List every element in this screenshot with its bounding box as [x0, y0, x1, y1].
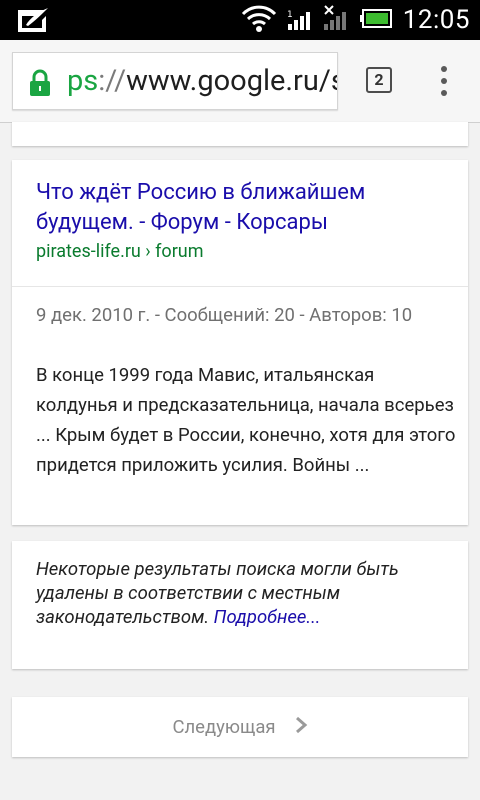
url-text: ps://www.google.ru/s: [67, 61, 338, 101]
address-bar[interactable]: ps://www.google.ru/s: [12, 52, 338, 110]
svg-text:1: 1: [287, 10, 293, 20]
chevron-right-icon: [294, 715, 308, 740]
signal-no-sim-icon: [323, 4, 349, 36]
url-separator: ://: [98, 64, 127, 98]
status-icons: 1 12:05: [241, 4, 470, 36]
wifi-icon: [241, 4, 277, 36]
signal-icon: 1: [287, 4, 313, 36]
removal-notice-card: Некоторые результаты поиска могли быть у…: [12, 541, 468, 669]
status-bar: 1 12:05: [0, 0, 480, 40]
search-result-card: Что ждёт Россию в ближайшем будущем. - Ф…: [12, 160, 468, 525]
result-meta: 9 дек. 2010 г. - Сообщений: 20 - Авторов…: [36, 304, 413, 326]
menu-icon[interactable]: [438, 66, 450, 96]
battery-icon: [359, 4, 393, 36]
url-host: www.google.ru/s: [126, 64, 338, 98]
divider: [12, 286, 468, 287]
next-page-card: Следующая: [12, 697, 468, 757]
previous-result-card: [12, 122, 468, 146]
url-scheme: ps: [67, 64, 99, 98]
tab-count: 2: [374, 70, 384, 89]
more-info-link[interactable]: Подробнее...: [214, 606, 321, 628]
browser-toolbar: ps://www.google.ru/s 2: [0, 40, 480, 123]
next-page-label: Следующая: [172, 716, 276, 738]
removal-notice: Некоторые результаты поиска могли быть у…: [36, 557, 456, 629]
result-title-link[interactable]: Что ждёт Россию в ближайшем будущем. - Ф…: [36, 178, 456, 238]
next-page-button[interactable]: Следующая: [12, 697, 468, 757]
clock: 12:05: [402, 5, 470, 35]
tab-switcher-button[interactable]: 2: [366, 67, 392, 93]
result-url[interactable]: pirates-life.ru › forum: [36, 240, 204, 264]
lock-icon: [27, 69, 53, 101]
notification-icon: [14, 6, 50, 38]
result-snippet: В конце 1999 года Мавис, итальянская кол…: [36, 364, 456, 476]
